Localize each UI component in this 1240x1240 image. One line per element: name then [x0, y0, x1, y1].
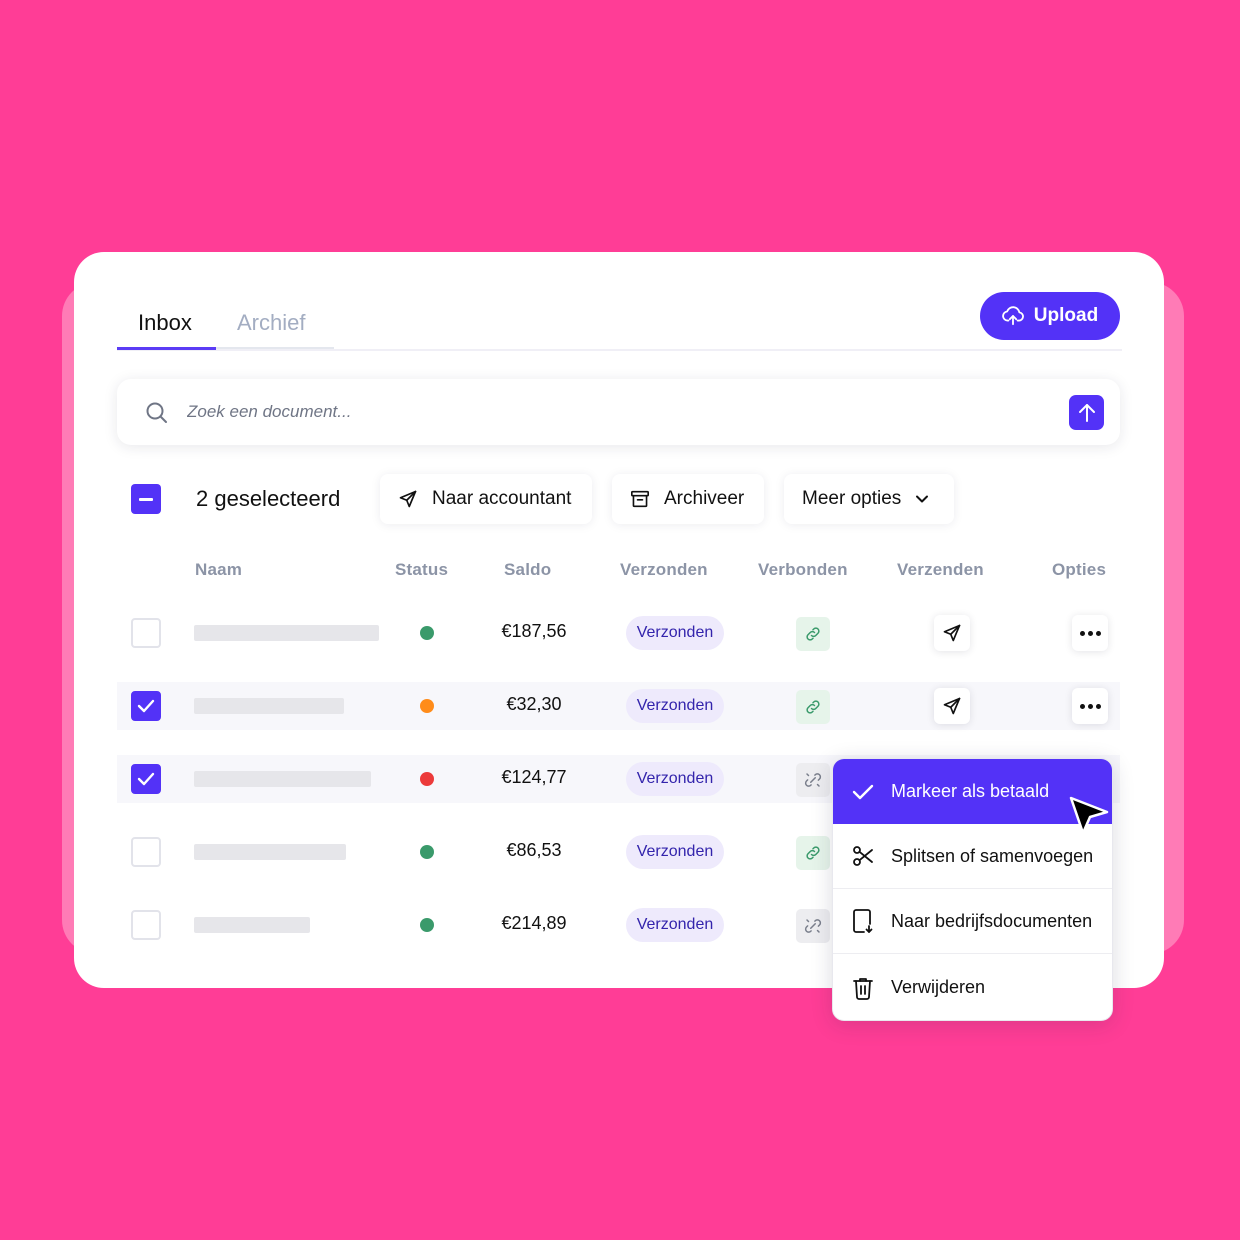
column-header-naam[interactable]: Naam [195, 560, 242, 580]
upload-button[interactable]: Upload [980, 292, 1120, 340]
mouse-cursor-icon [1069, 796, 1109, 835]
unlink-icon [804, 919, 822, 933]
column-header-verzenden[interactable]: Verzenden [897, 560, 984, 580]
column-header-verzonden[interactable]: Verzonden [620, 560, 708, 580]
document-download-icon [851, 909, 875, 933]
tab-bar: Inbox Archief [117, 300, 1122, 351]
verzonden-badge: Verzonden [626, 762, 724, 796]
verzonden-badge: Verzonden [626, 835, 724, 869]
row-options-button[interactable] [1072, 615, 1108, 651]
tab-inbox[interactable]: Inbox [138, 310, 192, 336]
check-icon [851, 780, 875, 804]
menu-item-label: Markeer als betaald [891, 781, 1050, 801]
name-placeholder [194, 844, 346, 860]
selected-count: 2 geselecteerd [196, 486, 341, 511]
status-dot-green [420, 845, 434, 859]
name-placeholder [194, 771, 371, 787]
trash-icon [851, 976, 875, 1000]
archiveer-button[interactable]: Archiveer [612, 474, 764, 524]
verzonden-badge: Verzonden [626, 908, 724, 942]
table-row[interactable]: €187,56 Verzonden [117, 609, 1120, 657]
send-icon [943, 624, 961, 642]
connected-link-button[interactable] [796, 690, 830, 724]
tab-archief[interactable]: Archief [237, 310, 305, 336]
column-header-verbonden[interactable]: Verbonden [758, 560, 848, 580]
saldo-value: €214,89 [501, 913, 567, 933]
verzonden-badge: Verzonden [626, 689, 724, 723]
table-row[interactable]: €32,30 Verzonden [117, 682, 1120, 730]
archiveer-label: Archiveer [664, 488, 745, 509]
naar-accountant-button[interactable]: Naar accountant [380, 474, 592, 524]
send-button[interactable] [934, 688, 970, 724]
archive-icon [631, 490, 649, 508]
send-icon [399, 490, 417, 508]
more-dot [1087, 630, 1093, 636]
menu-item-verwijderen[interactable]: Verwijderen [833, 955, 1112, 1020]
status-dot-green [420, 918, 434, 932]
status-dot-orange [420, 699, 434, 713]
link-icon [806, 700, 820, 714]
name-placeholder [194, 625, 379, 641]
column-header-saldo[interactable]: Saldo [504, 560, 551, 580]
disconnected-link-button[interactable] [796, 763, 830, 797]
cloud-upload-icon [1001, 306, 1024, 326]
search-submit-button[interactable] [1069, 395, 1104, 430]
more-dot [1079, 703, 1085, 709]
saldo-value: €124,77 [501, 767, 567, 787]
tab-divider [216, 347, 334, 349]
column-header-opties[interactable]: Opties [1052, 560, 1106, 580]
row-checkbox[interactable] [131, 764, 161, 794]
name-placeholder [194, 917, 310, 933]
column-header-status[interactable]: Status [395, 560, 448, 580]
meer-opties-dropdown[interactable]: Meer opties [784, 474, 954, 524]
disconnected-link-button[interactable] [796, 909, 830, 943]
link-icon [806, 846, 820, 860]
saldo-value: €86,53 [506, 840, 562, 860]
more-dot [1095, 630, 1101, 636]
saldo-value: €32,30 [506, 694, 562, 714]
menu-item-label: Naar bedrijfsdocumenten [891, 910, 1093, 931]
search-input[interactable] [187, 397, 1047, 427]
naar-accountant-label: Naar accountant [432, 488, 572, 509]
connected-link-button[interactable] [796, 617, 830, 651]
minus-icon [139, 497, 153, 501]
send-icon [943, 697, 961, 715]
saldo-value: €187,56 [501, 621, 567, 641]
send-button[interactable] [934, 615, 970, 651]
menu-item-naar-bedrijfsdocumenten[interactable]: Naar bedrijfsdocumenten [833, 889, 1112, 954]
link-icon [806, 627, 820, 641]
row-checkbox[interactable] [131, 837, 161, 867]
name-placeholder [194, 698, 344, 714]
more-dot [1079, 630, 1085, 636]
row-checkbox[interactable] [131, 910, 161, 940]
search-icon [146, 402, 167, 423]
check-icon [137, 699, 155, 713]
scissors-icon [851, 844, 875, 868]
menu-item-label: Splitsen of samenvoegen [891, 845, 1094, 866]
select-all-checkbox[interactable] [131, 484, 161, 514]
connected-link-button[interactable] [796, 836, 830, 870]
upload-label: Upload [1033, 305, 1099, 326]
arrow-up-icon [1078, 403, 1095, 422]
unlink-icon [804, 773, 822, 787]
active-tab-indicator [117, 347, 216, 350]
more-dot [1087, 703, 1093, 709]
row-checkbox[interactable] [131, 691, 161, 721]
search-bar [117, 379, 1120, 445]
meer-opties-label: Meer opties [802, 488, 902, 509]
check-icon [137, 772, 155, 786]
more-dot [1095, 703, 1101, 709]
status-dot-green [420, 626, 434, 640]
row-options-button[interactable] [1072, 688, 1108, 724]
status-dot-red [420, 772, 434, 786]
row-checkbox[interactable] [131, 618, 161, 648]
verzonden-badge: Verzonden [626, 616, 724, 650]
menu-item-label: Verwijderen [891, 977, 986, 997]
chevron-down-icon [916, 495, 929, 503]
